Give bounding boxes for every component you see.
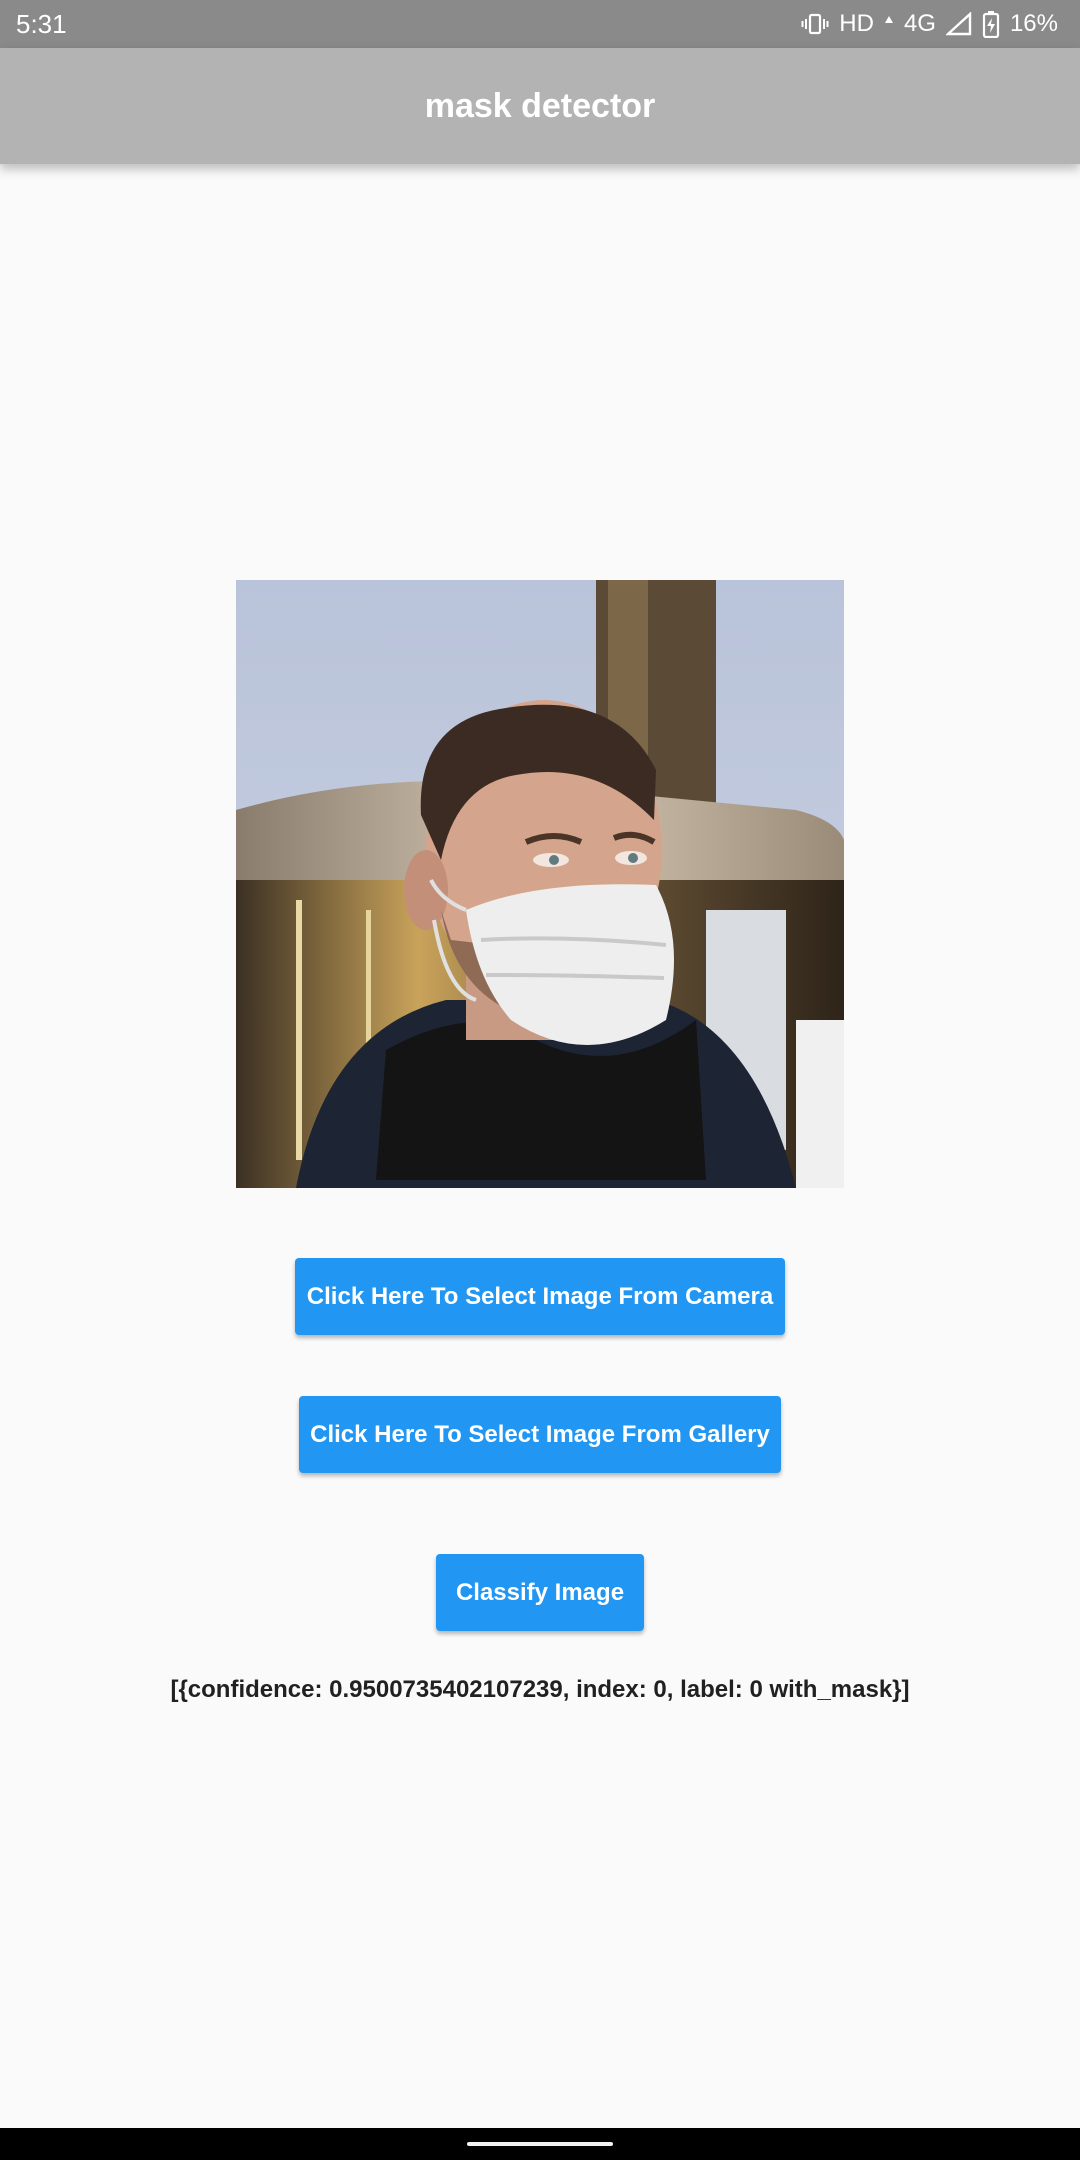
battery-percent: 16%	[1009, 10, 1058, 37]
hd-indicator: HD	[839, 10, 874, 37]
network-type: 4G	[903, 10, 936, 37]
app-title: mask detector	[424, 86, 656, 125]
select-from-camera-button[interactable]: Click Here To Select Image From Camera	[295, 1258, 785, 1335]
selected-image	[236, 580, 844, 1188]
photo-man-with-mask	[236, 580, 844, 1188]
status-icons: HD 4G 16%	[801, 10, 1058, 38]
battery-charging-icon	[982, 11, 1000, 38]
home-indicator[interactable]	[467, 2142, 613, 2146]
classification-result: [{confidence: 0.9500735402107239, index:…	[170, 1676, 910, 1703]
signal-icon	[945, 12, 972, 36]
navigation-bar	[0, 2128, 1080, 2160]
select-from-gallery-button[interactable]: Click Here To Select Image From Gallery	[299, 1396, 781, 1473]
classify-image-button[interactable]: Classify Image	[436, 1554, 644, 1631]
status-time: 5:31	[16, 8, 67, 39]
app-bar: mask detector	[0, 48, 1080, 164]
status-bar: 5:31 HD 4G 16%	[0, 0, 1080, 48]
vibrate-icon	[801, 13, 829, 35]
data-arrow-icon	[884, 16, 893, 23]
